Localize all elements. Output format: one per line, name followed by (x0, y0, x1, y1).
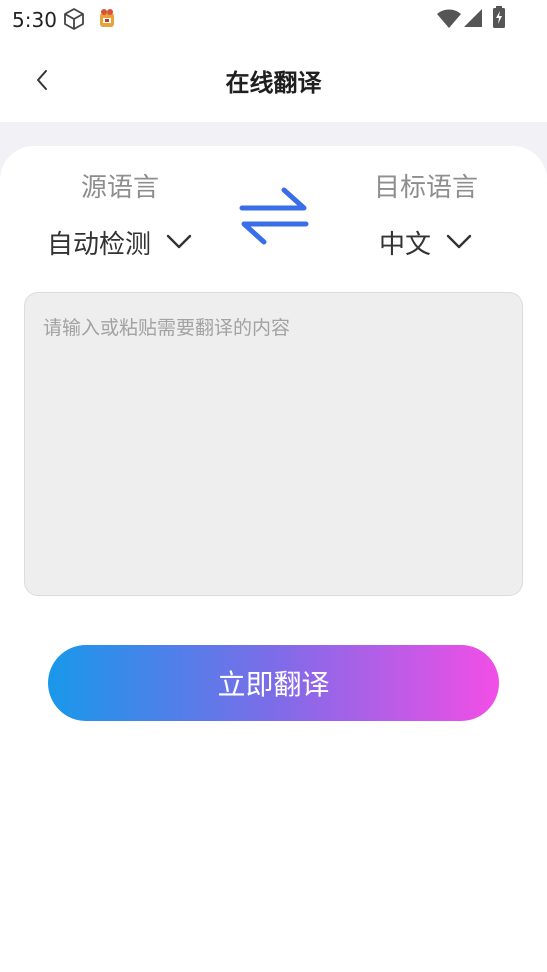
translate-now-button[interactable]: 立即翻译 (48, 645, 499, 721)
target-language-value: 中文 (378, 229, 431, 260)
translate-screen: 5:30 在线翻译 源语言 自动检测 目标语言 中文 请输入或粘贴需要翻译的内容… (0, 0, 547, 972)
app-notification-icon (100, 9, 114, 27)
signal-icon (464, 9, 482, 27)
source-language-value: 自动检测 (46, 229, 151, 260)
target-language-caption: 目标语言 (373, 173, 478, 203)
status-bar: 5:30 (0, 0, 547, 38)
wifi-icon (437, 9, 461, 28)
source-language-selector[interactable]: 自动检测 (30, 224, 210, 260)
source-language-column: 源语言 自动检测 (30, 170, 210, 260)
page-title: 在线翻译 (225, 69, 322, 97)
cube-icon (64, 8, 84, 30)
swap-arrows-icon (239, 187, 309, 245)
chevron-down-icon (166, 234, 192, 249)
target-language-column: 目标语言 中文 (340, 170, 512, 260)
status-time: 5:30 (12, 8, 57, 32)
source-language-caption: 源语言 (80, 173, 159, 203)
battery-charging-icon (493, 6, 505, 28)
nav-bar: 在线翻译 (0, 38, 547, 122)
target-language-selector[interactable]: 中文 (340, 224, 512, 260)
translate-input[interactable] (24, 292, 523, 596)
chevron-down-icon (446, 234, 472, 249)
swap-language-button[interactable] (238, 184, 310, 246)
